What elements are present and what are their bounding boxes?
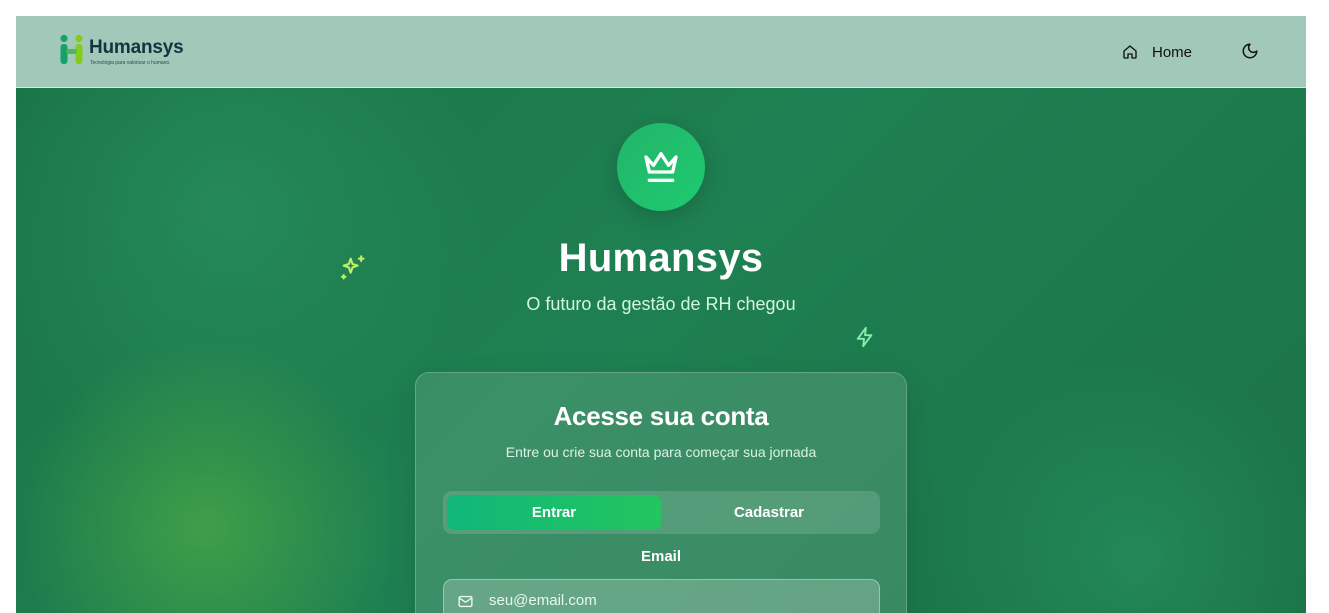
auth-tabs: Entrar Cadastrar	[443, 491, 880, 534]
home-icon	[1123, 45, 1137, 59]
crown-icon	[644, 152, 678, 182]
nav-home-label: Home	[1152, 43, 1193, 61]
hero-section: Humansys O futuro da gestão de RH chegou…	[16, 88, 1306, 613]
brand-tagline: Tecnologia para valorizar o humano.	[90, 60, 171, 66]
login-card: Acesse sua conta Entre ou crie sua conta…	[415, 372, 907, 613]
brand-name: Humansys	[89, 37, 184, 58]
top-navigation-bar: Humansys Tecnologia para valorizar o hum…	[16, 16, 1306, 88]
zap-icon	[856, 326, 873, 348]
moon-icon	[1242, 43, 1258, 59]
card-subtitle: Entre ou crie sua conta para começar sua…	[505, 444, 817, 460]
humansys-logo-mark-icon	[60, 34, 83, 64]
card-title: Acesse sua conta	[553, 401, 769, 431]
hero-subtitle: O futuro da gestão de RH chegou	[526, 294, 796, 314]
email-placeholder: seu@email.com	[489, 592, 597, 609]
brand-logo[interactable]: Humansys Tecnologia para valorizar o hum…	[58, 34, 218, 68]
hero-title: Humansys	[558, 236, 764, 280]
theme-toggle-button[interactable]	[1241, 42, 1261, 62]
nav-home-link[interactable]: Home	[1122, 40, 1192, 64]
crown-badge	[617, 123, 705, 211]
mail-icon	[458, 595, 473, 608]
email-label: Email	[640, 548, 682, 565]
tab-cadastrar[interactable]: Cadastrar	[662, 495, 876, 530]
email-field[interactable]: seu@email.com	[443, 579, 880, 613]
app-frame: Humansys Tecnologia para valorizar o hum…	[16, 16, 1306, 613]
tab-entrar[interactable]: Entrar	[447, 495, 661, 530]
